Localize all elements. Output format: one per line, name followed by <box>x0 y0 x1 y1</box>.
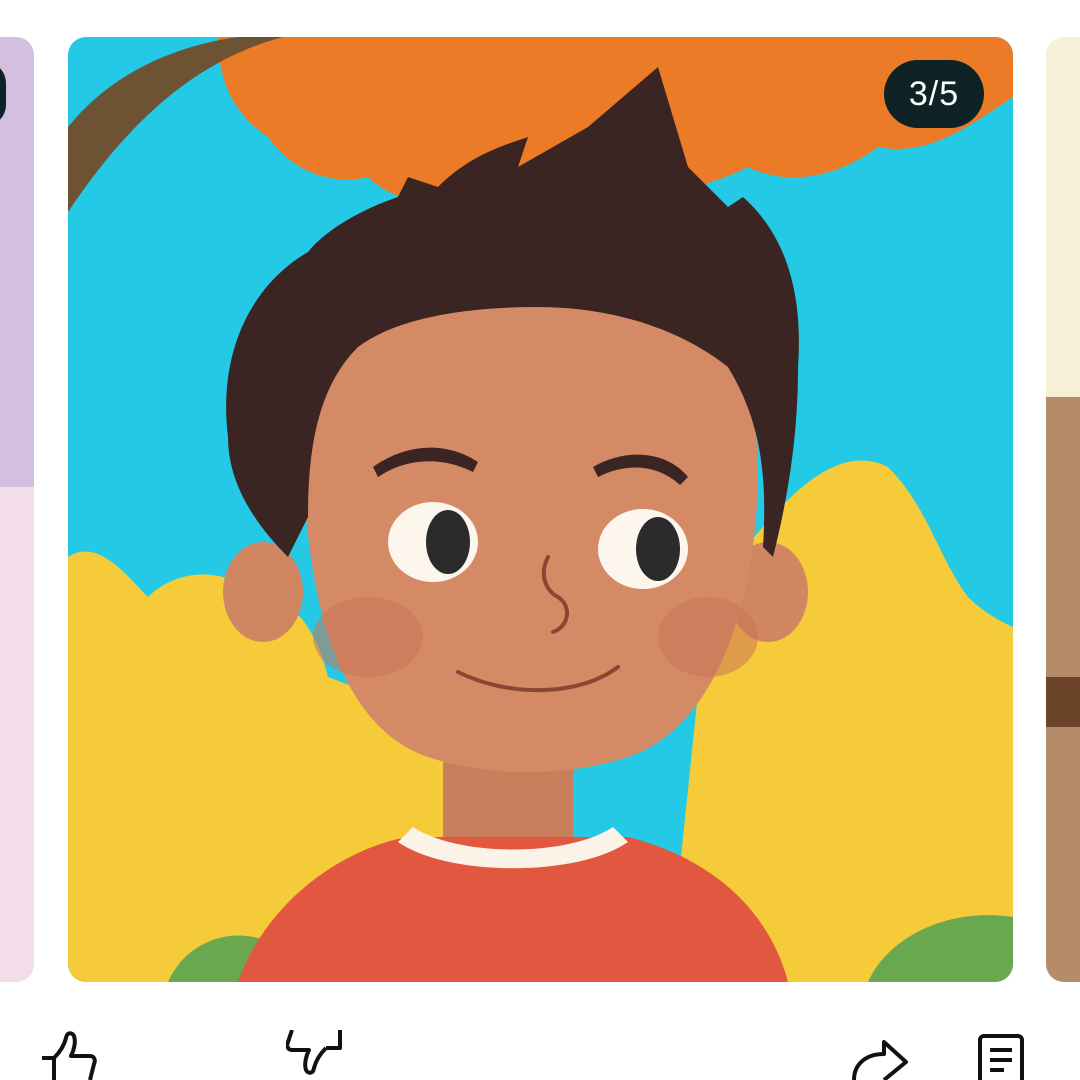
image-counter-badge: 3/5 <box>884 60 984 128</box>
boy-illustration <box>68 37 1013 982</box>
next-image <box>1046 37 1080 982</box>
previous-image <box>0 37 34 982</box>
carousel-card-previous[interactable] <box>0 37 34 982</box>
image-carousel-screen: 3/5 <box>0 0 1080 1080</box>
thumbs-up-icon <box>42 1031 97 1080</box>
share-arrow-icon <box>852 1040 908 1080</box>
dislike-button[interactable] <box>286 1030 346 1080</box>
carousel-card-next[interactable] <box>1046 37 1080 982</box>
comments-button[interactable] <box>976 1030 1026 1080</box>
post-action-bar <box>0 1030 1080 1080</box>
thumbs-down-icon <box>286 1030 342 1075</box>
like-button[interactable] <box>38 1030 98 1080</box>
comments-icon <box>978 1034 1024 1080</box>
carousel-card-current[interactable] <box>68 37 1013 982</box>
share-button[interactable] <box>848 1030 910 1080</box>
